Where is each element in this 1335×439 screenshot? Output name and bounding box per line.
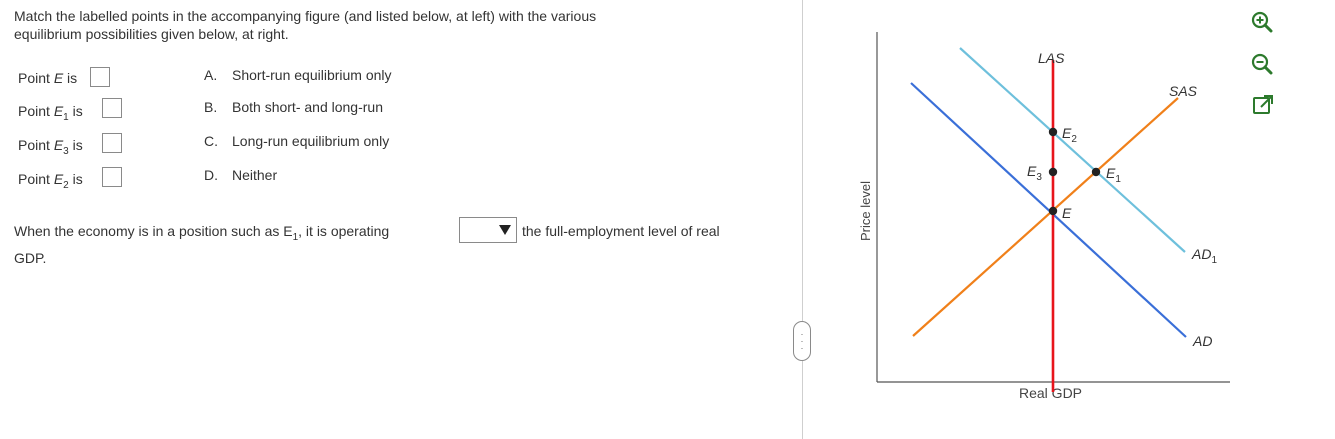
question-2-after-dropdown: the full-employment level of real (522, 223, 720, 239)
row-suffix: is (68, 103, 83, 119)
point-e-label: E (1062, 205, 1072, 221)
ad-label: AD (1192, 333, 1212, 349)
point-e3-dot (1048, 167, 1058, 177)
zoom-in-icon[interactable] (1251, 11, 1273, 33)
row-point-e: Point E is (18, 70, 77, 86)
row-prefix: Point (18, 137, 54, 153)
row-suffix: is (68, 171, 83, 187)
ad-curve (910, 82, 1187, 338)
point-e2-dot (1048, 127, 1058, 137)
row-point-name: E (53, 137, 64, 153)
row-prefix: Point (18, 171, 54, 187)
dropdown-arrow-icon (499, 225, 511, 235)
instructions-line-2: equilibrium possibilities given below, a… (14, 26, 289, 42)
choice-text: Neither (232, 167, 278, 183)
choice-text: Both short- and long-run (232, 99, 383, 115)
sas-label: SAS (1169, 83, 1198, 99)
question-2-text: When the economy is in a position such a… (14, 223, 389, 243)
row-suffix: is (63, 70, 78, 86)
popout-icon[interactable] (1252, 94, 1274, 116)
row-point-name: E (53, 103, 64, 119)
choice-c: C. Long-run equilibrium only (204, 133, 389, 149)
ad1-curve (959, 47, 1186, 253)
choice-letter: C. (204, 133, 218, 149)
x-axis-label: Real GDP (1019, 385, 1082, 401)
answer-box-point-e1[interactable] (102, 98, 122, 118)
row-point-e3: Point E3 is (18, 137, 83, 157)
panel-resize-handle[interactable]: · · · (793, 321, 811, 361)
operating-level-dropdown[interactable] (459, 217, 517, 243)
choice-text: Short-run equilibrium only (232, 67, 392, 83)
choice-letter: B. (204, 99, 218, 115)
instructions: Match the labelled points in the accompa… (14, 7, 714, 43)
choice-d: D. Neither (204, 167, 277, 183)
question-2-after: , it is operating (298, 223, 390, 239)
point-e1-dot (1091, 167, 1101, 177)
choice-a: A. Short-run equilibrium only (204, 67, 392, 83)
choice-letter: A. (204, 67, 218, 83)
ad-as-graph: Price level Real GDP LAS SAS AD1 AD E2 E… (858, 32, 1230, 401)
row-point-e1: Point E1 is (18, 103, 83, 123)
row-prefix: Point (18, 103, 54, 119)
choice-b: B. Both short- and long-run (204, 99, 383, 115)
choice-letter: D. (204, 167, 218, 183)
ad1-label: AD1 (1191, 246, 1217, 266)
row-point-e2: Point E2 is (18, 171, 83, 191)
question-2-before: When the economy is in a position such a… (14, 223, 293, 239)
row-prefix: Point (18, 70, 54, 86)
question-2-continuation: GDP. (14, 250, 47, 266)
sas-curve (912, 97, 1179, 337)
drag-dots-icon: · · · (800, 329, 804, 353)
panel-divider (802, 0, 803, 439)
answer-box-point-e2[interactable] (102, 167, 122, 187)
answer-box-point-e[interactable] (90, 67, 110, 87)
y-axis-label: Price level (858, 181, 873, 241)
instructions-line-1: Match the labelled points in the accompa… (14, 8, 597, 24)
row-point-name: E (53, 70, 64, 86)
answer-box-point-e3[interactable] (102, 133, 122, 153)
choice-text: Long-run equilibrium only (232, 133, 390, 149)
zoom-out-icon[interactable] (1251, 53, 1273, 75)
point-e3-label: E3 (1027, 163, 1042, 183)
las-label: LAS (1038, 50, 1065, 66)
row-point-name: E (53, 171, 64, 187)
row-suffix: is (68, 137, 83, 153)
point-e-dot (1048, 206, 1058, 216)
